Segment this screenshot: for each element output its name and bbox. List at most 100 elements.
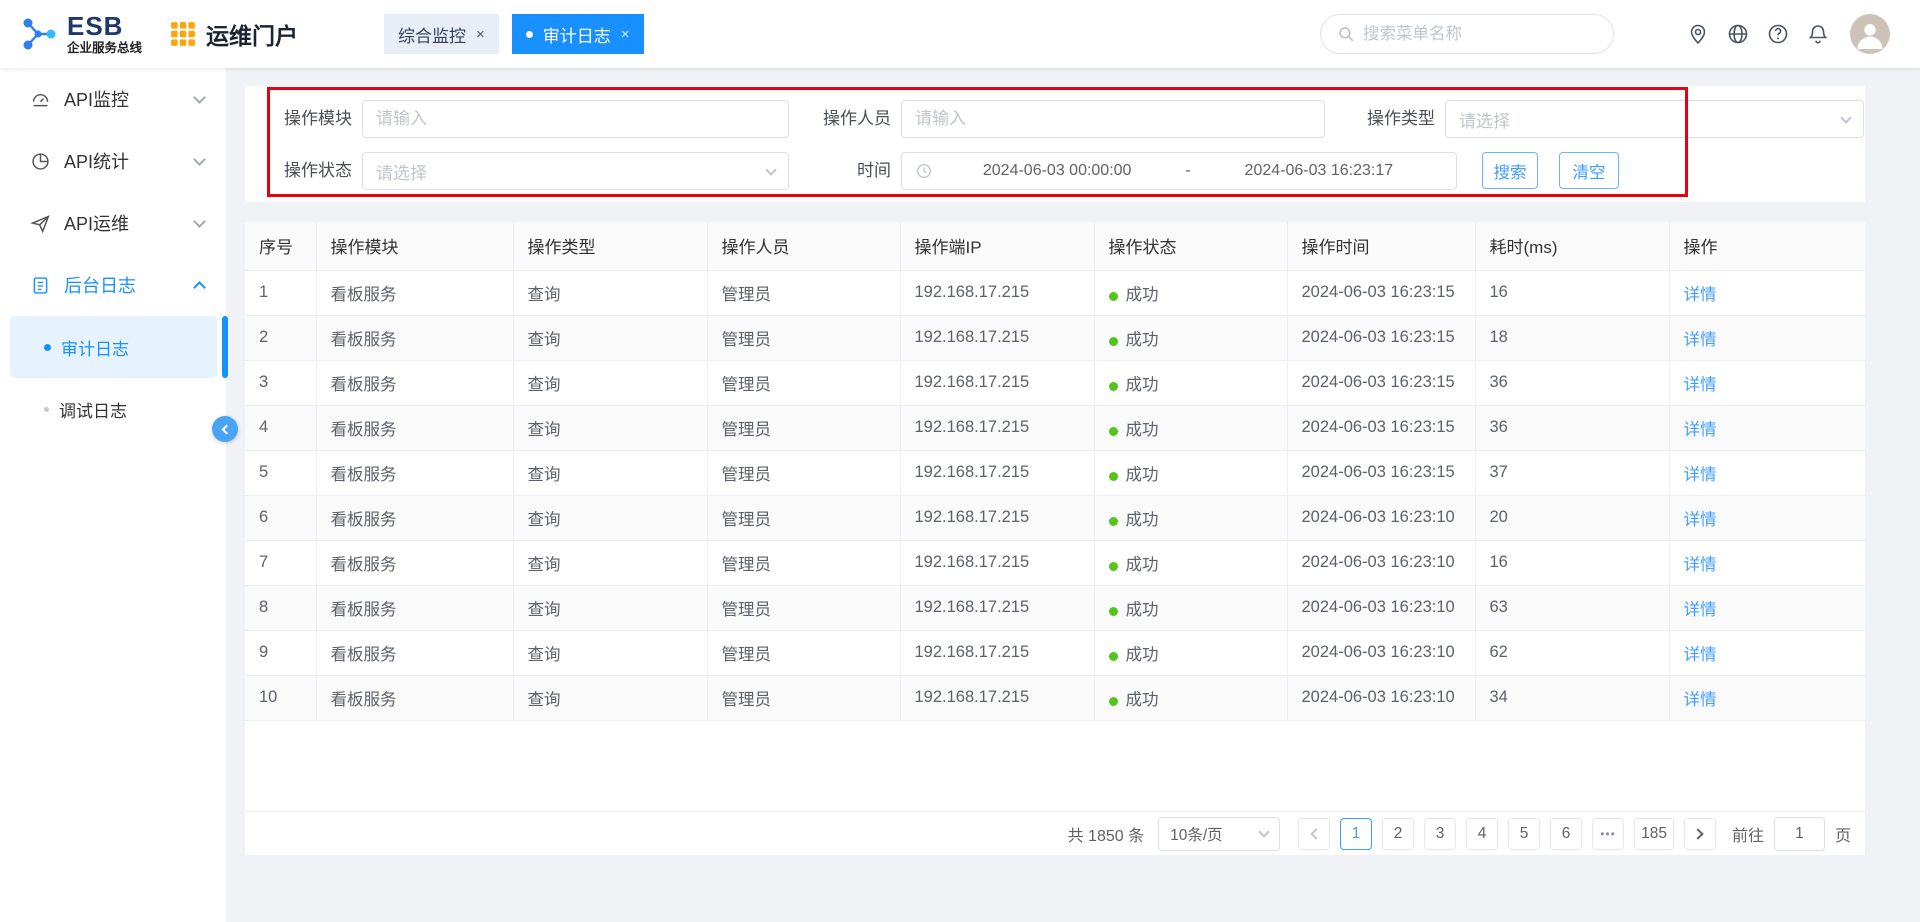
sidebar-item-label: API运维	[64, 210, 129, 236]
cell-module: 看板服务	[316, 495, 513, 540]
tab-close-icon[interactable]: ×	[476, 26, 485, 43]
status-success-dot	[1109, 292, 1118, 301]
clear-button[interactable]: 清空	[1559, 152, 1619, 189]
filter-type-select[interactable]: 请选择	[1445, 100, 1864, 138]
cell-type: 查询	[513, 630, 707, 675]
cell-status: 成功	[1094, 495, 1287, 540]
search-button[interactable]: 搜索	[1482, 152, 1538, 189]
cell-operator: 管理员	[707, 495, 900, 540]
status-success-dot	[1109, 517, 1118, 526]
sidebar-item-label: API监控	[64, 86, 129, 112]
pager-page-1[interactable]: 1	[1340, 818, 1372, 850]
cell-time: 2024-06-03 16:23:10	[1287, 585, 1475, 630]
table-row: 9看板服务查询管理员192.168.17.215成功2024-06-03 16:…	[245, 630, 1865, 675]
cell-action: 详情	[1669, 360, 1865, 405]
pager-ellipsis[interactable]: •••	[1592, 818, 1624, 850]
table-row: 8看板服务查询管理员192.168.17.215成功2024-06-03 16:…	[245, 585, 1865, 630]
detail-link[interactable]: 详情	[1684, 421, 1717, 439]
pager-page-5[interactable]: 5	[1508, 818, 1540, 850]
help-icon[interactable]	[1766, 22, 1790, 46]
table-row: 10看板服务查询管理员192.168.17.215成功2024-06-03 16…	[245, 675, 1865, 720]
sidebar-item-api-ops[interactable]: API运维	[0, 192, 226, 254]
tab-monitoring[interactable]: 综合监控 ×	[384, 14, 499, 54]
grid-menu-icon[interactable]	[170, 21, 196, 47]
table-header-row: 序号 操作模块 操作类型 操作人员 操作端IP 操作状态 操作时间 耗时(ms)…	[245, 222, 1865, 270]
location-icon[interactable]	[1686, 22, 1710, 46]
pager-page-2[interactable]: 2	[1382, 818, 1414, 850]
sidebar-item-api-stats[interactable]: API统计	[0, 130, 226, 192]
bell-icon[interactable]	[1806, 22, 1830, 46]
pie-chart-icon	[30, 151, 51, 172]
menu-search-input[interactable]	[1363, 25, 1597, 44]
menu-search[interactable]	[1320, 14, 1614, 54]
detail-link[interactable]: 详情	[1684, 601, 1717, 619]
cell-time: 2024-06-03 16:23:15	[1287, 360, 1475, 405]
topbar: ESB 企业服务总线 运维门户 综合监控 × 审计日志 ×	[0, 0, 1920, 68]
logo-subtitle: 企业服务总线	[67, 42, 142, 55]
detail-link[interactable]: 详情	[1684, 466, 1717, 484]
esb-logo-icon	[18, 14, 58, 54]
main-content: 操作模块 操作人员 操作类型 请选择 操作状态 请选择 时间 2024-06-0…	[245, 68, 1865, 922]
chevron-down-icon	[193, 153, 206, 166]
sidebar-item-label: 后台日志	[64, 272, 136, 298]
cell-ip: 192.168.17.215	[900, 540, 1094, 585]
time-range-picker[interactable]: 2024-06-03 00:00:00 - 2024-06-03 16:23:1…	[901, 152, 1457, 190]
pager-page-6[interactable]: 6	[1550, 818, 1582, 850]
detail-link[interactable]: 详情	[1684, 511, 1717, 529]
detail-link[interactable]: 详情	[1684, 556, 1717, 574]
avatar[interactable]	[1850, 14, 1890, 54]
bullet-icon	[44, 344, 51, 351]
cell-status: 成功	[1094, 360, 1287, 405]
cell-no: 4	[245, 405, 316, 450]
page-size-select[interactable]: 10条/页	[1158, 817, 1280, 851]
cell-operator: 管理员	[707, 675, 900, 720]
cell-type: 查询	[513, 270, 707, 315]
sidebar-subitem-debug-log[interactable]: 调试日志	[10, 378, 217, 440]
search-icon	[1337, 25, 1355, 43]
detail-link[interactable]: 详情	[1684, 286, 1717, 304]
status-success-dot	[1109, 427, 1118, 436]
filter-label-operator: 操作人员	[805, 100, 891, 138]
pager-next-button[interactable]	[1684, 818, 1716, 850]
detail-link[interactable]: 详情	[1684, 331, 1717, 349]
cell-ip: 192.168.17.215	[900, 630, 1094, 675]
cell-no: 6	[245, 495, 316, 540]
filter-operator-input[interactable]	[901, 100, 1325, 138]
cell-cost: 16	[1475, 270, 1669, 315]
tab-close-icon[interactable]: ×	[621, 26, 630, 43]
sidebar-subitem-label: 调试日志	[59, 397, 127, 422]
cell-no: 3	[245, 360, 316, 405]
table-body: 1看板服务查询管理员192.168.17.215成功2024-06-03 16:…	[245, 270, 1865, 720]
cell-operator: 管理员	[707, 270, 900, 315]
pager-page-3[interactable]: 3	[1424, 818, 1456, 850]
sidebar-subitem-audit-log[interactable]: 审计日志	[10, 316, 217, 378]
table-row: 4看板服务查询管理员192.168.17.215成功2024-06-03 16:…	[245, 405, 1865, 450]
goto-page-input[interactable]	[1774, 817, 1825, 851]
cell-module: 看板服务	[316, 315, 513, 360]
cell-ip: 192.168.17.215	[900, 495, 1094, 540]
detail-link[interactable]: 详情	[1684, 691, 1717, 709]
cell-no: 5	[245, 450, 316, 495]
pager-prev-button[interactable]	[1298, 818, 1330, 850]
filter-status-select[interactable]: 请选择	[362, 152, 789, 190]
tab-audit-log[interactable]: 审计日志 ×	[512, 14, 644, 54]
tab-label: 审计日志	[543, 22, 611, 47]
sidebar-item-backend-logs[interactable]: 后台日志	[0, 254, 226, 316]
cell-status: 成功	[1094, 450, 1287, 495]
cell-type: 查询	[513, 495, 707, 540]
cell-type: 查询	[513, 450, 707, 495]
cell-cost: 18	[1475, 315, 1669, 360]
status-success-dot	[1109, 337, 1118, 346]
sidebar-item-api-monitor[interactable]: API监控	[0, 68, 226, 130]
detail-link[interactable]: 详情	[1684, 376, 1717, 394]
time-end-value: 2024-06-03 16:23:17	[1195, 162, 1443, 180]
status-success-dot	[1109, 697, 1118, 706]
filter-module-input[interactable]	[362, 100, 789, 138]
detail-link[interactable]: 详情	[1684, 646, 1717, 664]
pager-page-185[interactable]: 185	[1634, 818, 1674, 850]
pager-page-4[interactable]: 4	[1466, 818, 1498, 850]
globe-icon[interactable]	[1726, 22, 1750, 46]
gauge-icon	[30, 89, 51, 110]
status-success-dot	[1109, 607, 1118, 616]
sidebar-collapse-button[interactable]	[212, 416, 238, 442]
